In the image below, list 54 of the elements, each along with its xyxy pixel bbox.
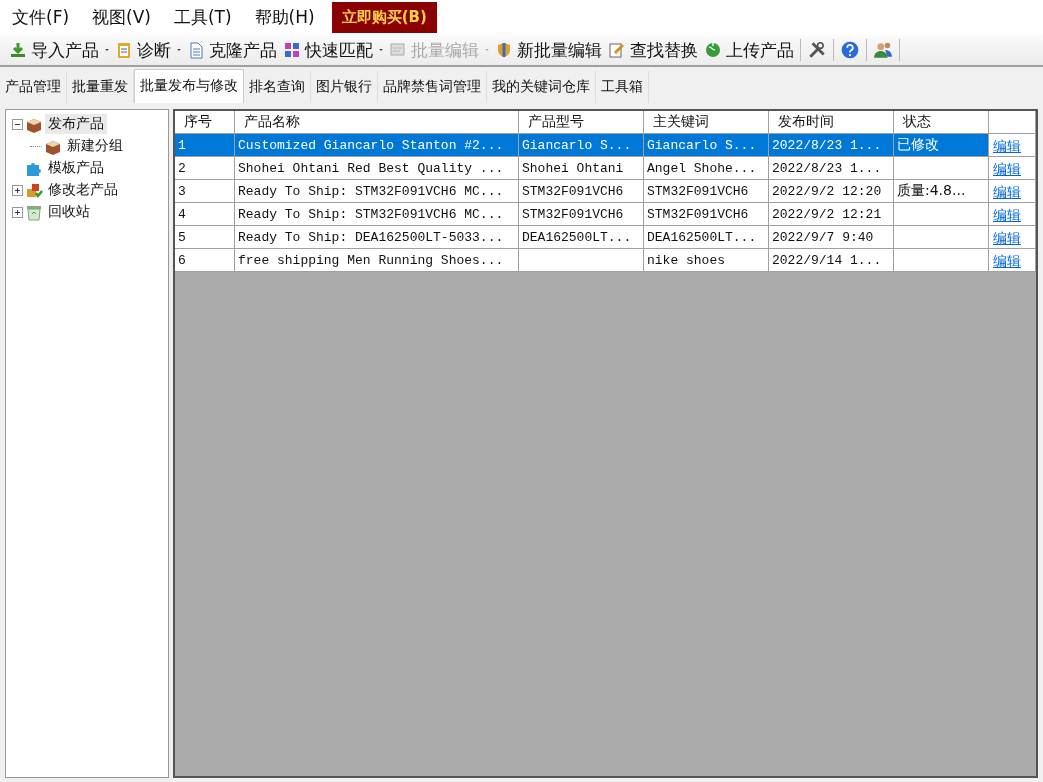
- tree-item[interactable]: 发布产品: [45, 114, 107, 134]
- table-row[interactable]: 4 Ready To Ship: STM32F091VCH6 MC... STM32F091VCH6 STM32F091VCH6 2022/9/2 12:21 编辑: [175, 203, 1036, 226]
- tools-icon[interactable]: [807, 40, 827, 60]
- toolbar-button[interactable]: 新批量编辑: [492, 36, 605, 64]
- tree-item[interactable]: 新建分组: [64, 136, 126, 156]
- edit-link[interactable]: 编辑: [993, 253, 1021, 269]
- toolbar-button[interactable]: 导入产品: [6, 36, 102, 64]
- toolbar-button[interactable]: 上传产品: [701, 36, 797, 64]
- menu-item[interactable]: 帮助(H): [246, 1, 323, 34]
- download-icon: [9, 41, 27, 59]
- pencil-icon: [608, 41, 626, 59]
- table-cell: free shipping Men Running Shoes...: [235, 249, 519, 272]
- table-row[interactable]: 2 Shohei Ohtani Red Best Quality ... Shohei Ohtani Angel Shohe... 2022/8/23 1... 编辑: [175, 157, 1036, 180]
- toolbar-button[interactable]: 快速匹配: [280, 36, 376, 64]
- table-cell: Customized Giancarlo Stanton #2...: [235, 134, 519, 157]
- collapse-icon[interactable]: [12, 118, 23, 130]
- table-row[interactable]: 3 Ready To Ship: STM32F091VCH6 MC... STM32F091VCH6 STM32F091VCH6 2022/9/2 12:20 质量:4.8... 编辑: [175, 180, 1036, 203]
- table-cell: 1: [175, 134, 235, 157]
- menu-item[interactable]: 文件(F): [4, 1, 78, 34]
- shield-icon: [495, 41, 513, 59]
- bin-icon: [25, 203, 43, 221]
- toolbar-button[interactable]: 克隆产品: [184, 36, 280, 64]
- table-row[interactable]: 5 Ready To Ship: DEA162500LT-5033... DEA162500LT... DEA162500LT... 2022/9/7 9:40 编辑: [175, 226, 1036, 249]
- menu-item[interactable]: 视图(V): [84, 1, 159, 34]
- expand-icon[interactable]: [12, 184, 23, 196]
- globe-icon: [704, 41, 722, 59]
- tree-item[interactable]: 模板产品: [45, 158, 107, 178]
- document-icon: [187, 41, 205, 59]
- tree-item[interactable]: 修改老产品: [45, 180, 121, 200]
- table-cell: Giancarlo S...: [644, 134, 769, 157]
- boxes-icon: [25, 181, 43, 199]
- grid-icon: [283, 41, 301, 59]
- table-row[interactable]: 1 Customized Giancarlo Stanton #2... Giancarlo S... Giancarlo S... 2022/8/23 1... 已修改 编辑: [175, 134, 1036, 157]
- table-cell: nike shoes: [644, 249, 769, 272]
- table-cell: 已修改: [894, 134, 989, 157]
- edit-link[interactable]: 编辑: [993, 184, 1021, 200]
- users-icon[interactable]: [873, 40, 893, 60]
- toolbar-button[interactable]: 查找替换: [605, 36, 701, 64]
- expand-icon[interactable]: [12, 206, 23, 218]
- edit-link[interactable]: 编辑: [993, 161, 1021, 177]
- tab[interactable]: 批量发布与修改: [134, 69, 244, 103]
- help-icon[interactable]: [840, 40, 860, 60]
- menu-item[interactable]: 工具(T): [165, 1, 240, 34]
- table-cell: 6: [175, 249, 235, 272]
- buy-now-button[interactable]: 立即购买(B): [331, 2, 437, 33]
- clipboard-icon: [115, 41, 133, 59]
- table-cell: Giancarlo S...: [519, 134, 644, 157]
- table-row[interactable]: 6 free shipping Men Running Shoes... nike shoes 2022/9/14 1... 编辑: [175, 249, 1036, 272]
- edit-link[interactable]: 编辑: [993, 207, 1021, 223]
- table-cell: 2022/8/23 1...: [769, 134, 894, 157]
- toolbar-button[interactable]: 诊断: [112, 36, 174, 64]
- tree-item[interactable]: 回收站: [45, 202, 93, 222]
- table-cell: 2022/9/14 1...: [769, 249, 894, 272]
- edit-link[interactable]: 编辑: [993, 230, 1021, 246]
